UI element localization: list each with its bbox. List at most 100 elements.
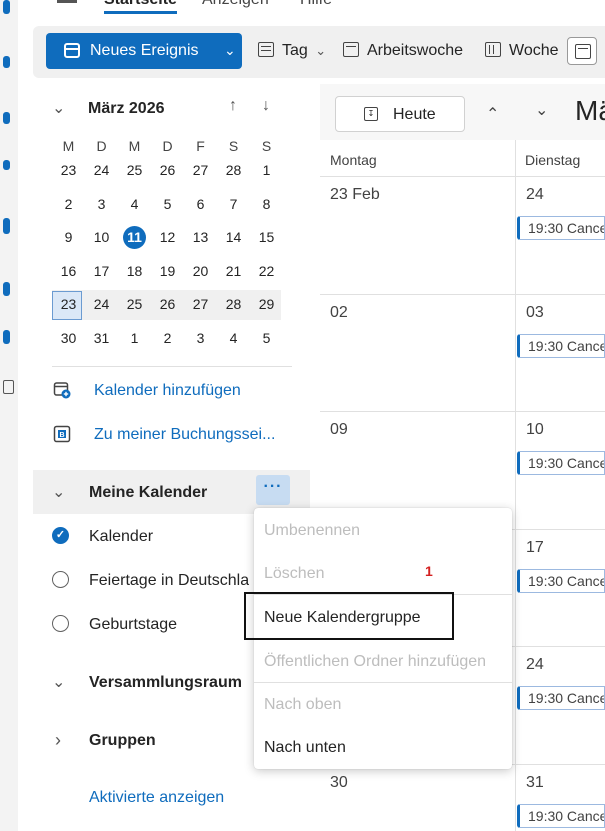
calendar-item-kalender[interactable]: Kalender bbox=[89, 528, 153, 546]
work-week-button[interactable]: Arbeitswoche bbox=[343, 33, 463, 69]
calendar-event[interactable]: 19:30 Cance bbox=[517, 216, 605, 240]
calendar-app-icon[interactable] bbox=[3, 56, 10, 68]
mini-calendar-day[interactable]: 28 bbox=[217, 292, 250, 322]
calendar-item-birthdays[interactable]: Geburtstage bbox=[89, 616, 177, 634]
mini-calendar-month[interactable]: März 2026 bbox=[88, 100, 165, 118]
mini-calendar-day[interactable]: 10 bbox=[85, 225, 118, 255]
meeting-room-group[interactable]: Versammlungsraum bbox=[89, 674, 242, 692]
chevron-down-icon[interactable]: ⌄ bbox=[52, 482, 65, 502]
my-calendars-title[interactable]: Meine Kalender bbox=[89, 484, 207, 502]
mini-calendar-day[interactable]: 14 bbox=[217, 225, 250, 255]
tab-hilfe[interactable]: Hilfe bbox=[300, 0, 332, 9]
mini-calendar-day[interactable]: 30 bbox=[52, 326, 85, 356]
mini-calendar-day[interactable]: 31 bbox=[85, 326, 118, 356]
calendar-checkbox-checked[interactable]: ✓ bbox=[52, 527, 69, 544]
date-label-tuesday[interactable]: 24 bbox=[526, 186, 544, 204]
calendar-event[interactable]: 19:30 Cance bbox=[517, 451, 605, 475]
mini-calendar-day[interactable]: 26 bbox=[151, 158, 184, 188]
mini-calendar-day[interactable]: 28 bbox=[217, 158, 250, 188]
mini-calendar-day[interactable]: 23 bbox=[52, 158, 85, 188]
birthdays-checkbox[interactable] bbox=[52, 615, 69, 632]
more-options-button[interactable]: ··· bbox=[256, 475, 290, 505]
holidays-checkbox[interactable] bbox=[52, 571, 69, 588]
menu-item-rename[interactable]: Umbenennen bbox=[264, 522, 360, 540]
add-calendar-link[interactable]: Kalender hinzufügen bbox=[94, 382, 241, 400]
mini-calendar-day[interactable]: 2 bbox=[151, 326, 184, 356]
mini-calendar-day[interactable]: 2 bbox=[52, 192, 85, 222]
mini-calendar-day[interactable]: 22 bbox=[250, 259, 283, 289]
tab-anzeigen[interactable]: Anzeigen bbox=[202, 0, 269, 9]
people-icon[interactable] bbox=[3, 112, 10, 124]
calendar-item-holidays[interactable]: Feiertage in Deutschlan bbox=[89, 572, 249, 590]
menu-item-move-down[interactable]: Nach unten bbox=[264, 739, 346, 757]
menu-item-delete[interactable]: Löschen bbox=[264, 565, 325, 583]
today-button[interactable]: ↧ Heute bbox=[335, 96, 465, 132]
mini-calendar-day[interactable]: 5 bbox=[250, 326, 283, 356]
mini-calendar-day[interactable]: 3 bbox=[184, 326, 217, 356]
month-view-button[interactable] bbox=[567, 37, 597, 65]
calendar-event[interactable]: 19:30 Cance bbox=[517, 568, 605, 593]
date-label-tuesday[interactable]: 10 bbox=[526, 421, 544, 439]
mini-calendar-day[interactable]: 7 bbox=[217, 192, 250, 222]
mini-calendar-day[interactable]: 4 bbox=[217, 326, 250, 356]
mini-calendar-day[interactable]: 9 bbox=[52, 225, 85, 255]
calendar-event[interactable]: 19:30 Cance bbox=[517, 686, 605, 710]
date-label-tuesday[interactable]: 31 bbox=[526, 774, 544, 792]
mini-calendar-day[interactable]: 24 bbox=[85, 292, 118, 322]
calendar-event[interactable]: 19:30 Cance bbox=[517, 333, 605, 358]
add-apps-icon[interactable] bbox=[3, 380, 14, 394]
date-label-monday[interactable]: 23 Feb bbox=[330, 186, 380, 204]
groups-group[interactable]: Gruppen bbox=[89, 732, 156, 750]
day-view-button[interactable]: Tag ⌄ bbox=[258, 33, 326, 69]
date-label-tuesday[interactable]: 17 bbox=[526, 539, 544, 557]
mini-calendar-day[interactable]: 27 bbox=[184, 292, 217, 322]
date-label-tuesday[interactable]: 24 bbox=[526, 656, 544, 674]
mini-calendar-day[interactable]: 3 bbox=[85, 192, 118, 222]
mini-calendar-day[interactable]: 1 bbox=[250, 158, 283, 188]
mini-calendar-day[interactable]: 18 bbox=[118, 259, 151, 289]
new-event-dropdown[interactable]: ⌄ bbox=[216, 33, 242, 69]
files-icon[interactable] bbox=[3, 160, 10, 170]
mini-calendar-day[interactable]: 21 bbox=[217, 259, 250, 289]
mini-calendar-day[interactable]: 8 bbox=[250, 192, 283, 222]
mini-calendar-day[interactable]: 27 bbox=[184, 158, 217, 188]
collapse-chevron-icon[interactable]: ⌄ bbox=[52, 98, 65, 118]
mini-calendar-day[interactable]: 25 bbox=[118, 292, 151, 322]
tab-startseite[interactable]: Startseite bbox=[104, 0, 177, 14]
mini-calendar-day[interactable]: 24 bbox=[85, 158, 118, 188]
chevron-up-icon[interactable]: ⌃ bbox=[486, 104, 499, 124]
calendar-event[interactable]: 19:30 Cance bbox=[517, 803, 605, 828]
menu-icon[interactable] bbox=[57, 0, 77, 3]
mini-calendar-day[interactable]: 16 bbox=[52, 259, 85, 289]
chevron-down-icon[interactable]: ⌄ bbox=[535, 100, 548, 120]
new-event-button[interactable]: Neues Ereignis ⌄ bbox=[46, 33, 242, 69]
date-label-monday[interactable]: 30 bbox=[330, 774, 348, 792]
menu-item-move-up[interactable]: Nach oben bbox=[264, 696, 341, 714]
show-activated-link[interactable]: Aktivierte anzeigen bbox=[89, 789, 224, 807]
mini-calendar-day[interactable]: 26 bbox=[151, 292, 184, 322]
mini-calendar-day[interactable]: 13 bbox=[184, 225, 217, 255]
mini-calendar-day[interactable]: 6 bbox=[184, 192, 217, 222]
menu-item-add-public-folder[interactable]: Öffentlichen Ordner hinzufügen bbox=[264, 653, 486, 671]
mini-calendar-day[interactable]: 4 bbox=[118, 192, 151, 222]
mini-calendar-day[interactable]: 29 bbox=[250, 292, 283, 322]
next-month-arrow-icon[interactable]: ↓ bbox=[262, 97, 270, 115]
mini-calendar-day[interactable]: 17 bbox=[85, 259, 118, 289]
chevron-down-icon[interactable]: ⌄ bbox=[52, 672, 65, 692]
mini-calendar-day[interactable]: 5 bbox=[151, 192, 184, 222]
mini-calendar-day[interactable]: 15 bbox=[250, 225, 283, 255]
chevron-right-icon[interactable]: › bbox=[55, 730, 61, 751]
booking-page-link[interactable]: Zu meiner Buchungssei... bbox=[94, 426, 275, 444]
date-label-monday[interactable]: 09 bbox=[330, 421, 348, 439]
todo-icon[interactable] bbox=[3, 218, 10, 234]
week-view-button[interactable]: Woche bbox=[485, 33, 559, 69]
mini-calendar-day[interactable]: 19 bbox=[151, 259, 184, 289]
mini-calendar-day[interactable]: 1 bbox=[118, 326, 151, 356]
mini-calendar-day[interactable]: 11 bbox=[118, 225, 151, 255]
mini-calendar-day[interactable]: 20 bbox=[184, 259, 217, 289]
mini-calendar-day[interactable]: 12 bbox=[151, 225, 184, 255]
date-label-monday[interactable]: 02 bbox=[330, 304, 348, 322]
mini-calendar-day[interactable]: 25 bbox=[118, 158, 151, 188]
previous-month-arrow-icon[interactable]: ↑ bbox=[229, 97, 237, 115]
mini-calendar-day[interactable]: 23 bbox=[52, 292, 85, 322]
